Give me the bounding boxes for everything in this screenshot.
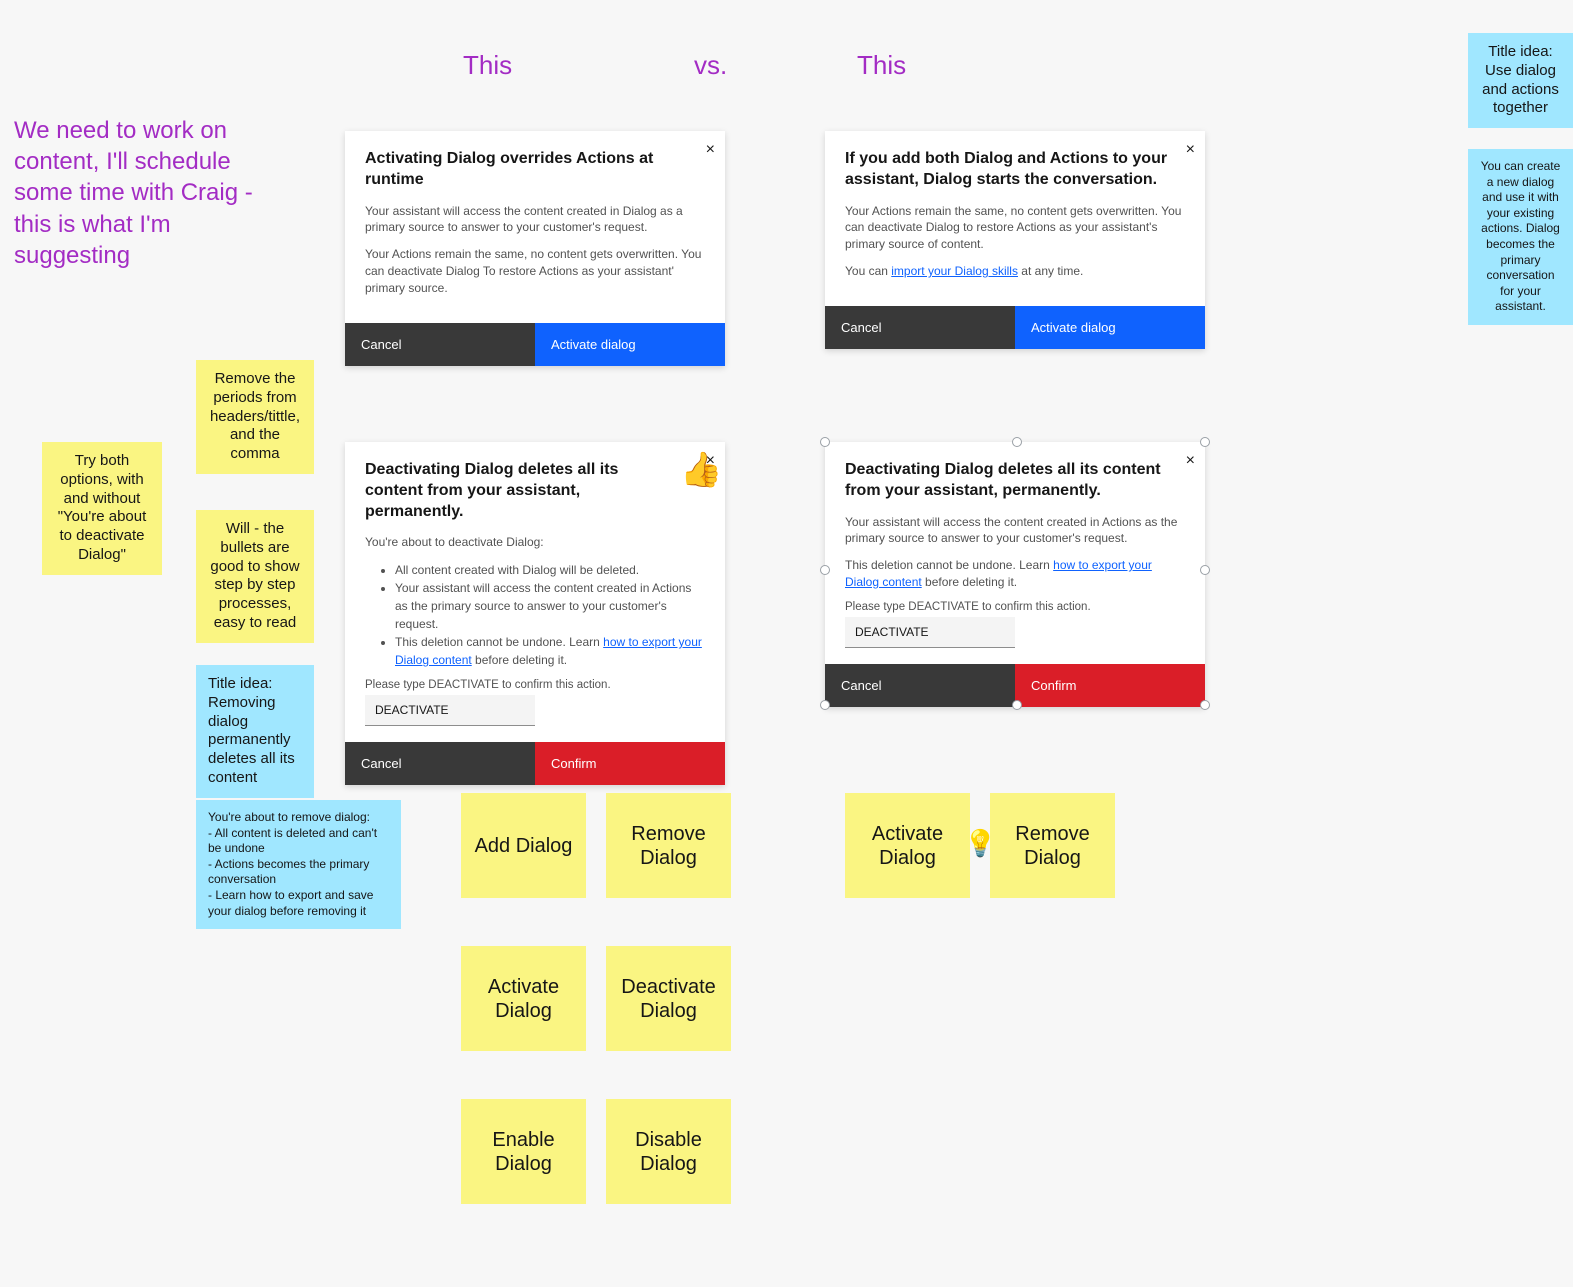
modal-lead: You're about to deactivate Dialog:	[365, 534, 705, 551]
sticky-remove-periods[interactable]: Remove the periods from headers/tittle, …	[196, 360, 314, 474]
option-enable-dialog[interactable]: Enable Dialog	[461, 1099, 586, 1204]
heading-vs: vs.	[694, 50, 727, 81]
selection-handle[interactable]	[1012, 700, 1022, 710]
modal-deactivate-left: × Deactivating Dialog deletes all its co…	[345, 442, 725, 785]
sticky-bullets-good[interactable]: Will - the bullets are good to show step…	[196, 510, 314, 643]
selection-handle[interactable]	[1012, 437, 1022, 447]
annotation-left: We need to work on content, I'll schedul…	[14, 115, 264, 271]
close-icon[interactable]: ×	[1186, 452, 1195, 470]
activate-dialog-button[interactable]: Activate dialog	[535, 323, 725, 366]
modal-bullet-list: All content created with Dialog will be …	[365, 561, 705, 669]
bullet-item: All content created with Dialog will be …	[395, 561, 705, 579]
modal-title: Activating Dialog overrides Actions at r…	[365, 149, 705, 191]
confirm-input[interactable]	[845, 617, 1015, 648]
selection-handle[interactable]	[820, 565, 830, 575]
option-activate-dialog[interactable]: Activate Dialog	[461, 946, 586, 1051]
modal-text: You can import your Dialog skills at any…	[845, 263, 1185, 280]
sticky-try-both[interactable]: Try both options, with and without "You'…	[42, 442, 162, 575]
bullet-item: Your assistant will access the content c…	[395, 579, 705, 633]
heading-this-right: This	[857, 50, 906, 81]
confirm-hint: Please type DEACTIVATE to confirm this a…	[845, 601, 1185, 613]
confirm-input[interactable]	[365, 695, 535, 726]
import-dialog-link[interactable]: import your Dialog skills	[891, 264, 1018, 278]
modal-title: Deactivating Dialog deletes all its cont…	[845, 460, 1185, 502]
option-remove-dialog[interactable]: Remove Dialog	[606, 793, 731, 898]
selection-handle[interactable]	[1200, 437, 1210, 447]
cancel-button[interactable]: Cancel	[825, 306, 1015, 349]
sticky-body-use-dialog[interactable]: You can create a new dialog and use it w…	[1468, 149, 1573, 325]
lightbulb-icon: 💡	[964, 828, 996, 859]
option-deactivate-dialog[interactable]: Deactivate Dialog	[606, 946, 731, 1051]
heading-this-left: This	[463, 50, 512, 81]
modal-title: Deactivating Dialog deletes all its cont…	[365, 460, 705, 522]
selection-handle[interactable]	[820, 437, 830, 447]
confirm-button[interactable]: Confirm	[535, 742, 725, 785]
confirm-button[interactable]: Confirm	[1015, 664, 1205, 707]
modal-title: If you add both Dialog and Actions to yo…	[845, 149, 1185, 191]
close-icon[interactable]: ×	[1186, 141, 1195, 159]
option-add-dialog[interactable]: Add Dialog	[461, 793, 586, 898]
modal-deactivate-right[interactable]: × Deactivating Dialog deletes all its co…	[825, 442, 1205, 707]
sticky-body-remove[interactable]: You're about to remove dialog: - All con…	[196, 800, 401, 929]
bullet-item: This deletion cannot be undone. Learn ho…	[395, 633, 705, 669]
cancel-button[interactable]: Cancel	[825, 664, 1015, 707]
option-activate-dialog-2[interactable]: Activate Dialog	[845, 793, 970, 898]
modal-text: Your assistant will access the content c…	[845, 514, 1185, 548]
option-disable-dialog[interactable]: Disable Dialog	[606, 1099, 731, 1204]
sticky-title-idea-remove[interactable]: Title idea: Removing dialog permanently …	[196, 665, 314, 798]
modal-activate-left: × Activating Dialog overrides Actions at…	[345, 131, 725, 366]
cancel-button[interactable]: Cancel	[345, 742, 535, 785]
modal-activate-right: × If you add both Dialog and Actions to …	[825, 131, 1205, 349]
modal-text: Your assistant will access the content c…	[365, 203, 705, 237]
close-icon[interactable]: ×	[706, 141, 715, 159]
modal-text: Your Actions remain the same, no content…	[845, 203, 1185, 253]
confirm-hint: Please type DEACTIVATE to confirm this a…	[365, 679, 705, 691]
modal-text: This deletion cannot be undone. Learn ho…	[845, 557, 1185, 591]
selection-handle[interactable]	[1200, 565, 1210, 575]
option-remove-dialog-2[interactable]: Remove Dialog	[990, 793, 1115, 898]
sticky-title-idea-use-dialog[interactable]: Title idea: Use dialog and actions toget…	[1468, 33, 1573, 128]
selection-handle[interactable]	[820, 700, 830, 710]
selection-handle[interactable]	[1200, 700, 1210, 710]
activate-dialog-button[interactable]: Activate dialog	[1015, 306, 1205, 349]
modal-text: Your Actions remain the same, no content…	[365, 246, 705, 296]
thumbs-up-icon: 👍	[680, 450, 722, 490]
cancel-button[interactable]: Cancel	[345, 323, 535, 366]
